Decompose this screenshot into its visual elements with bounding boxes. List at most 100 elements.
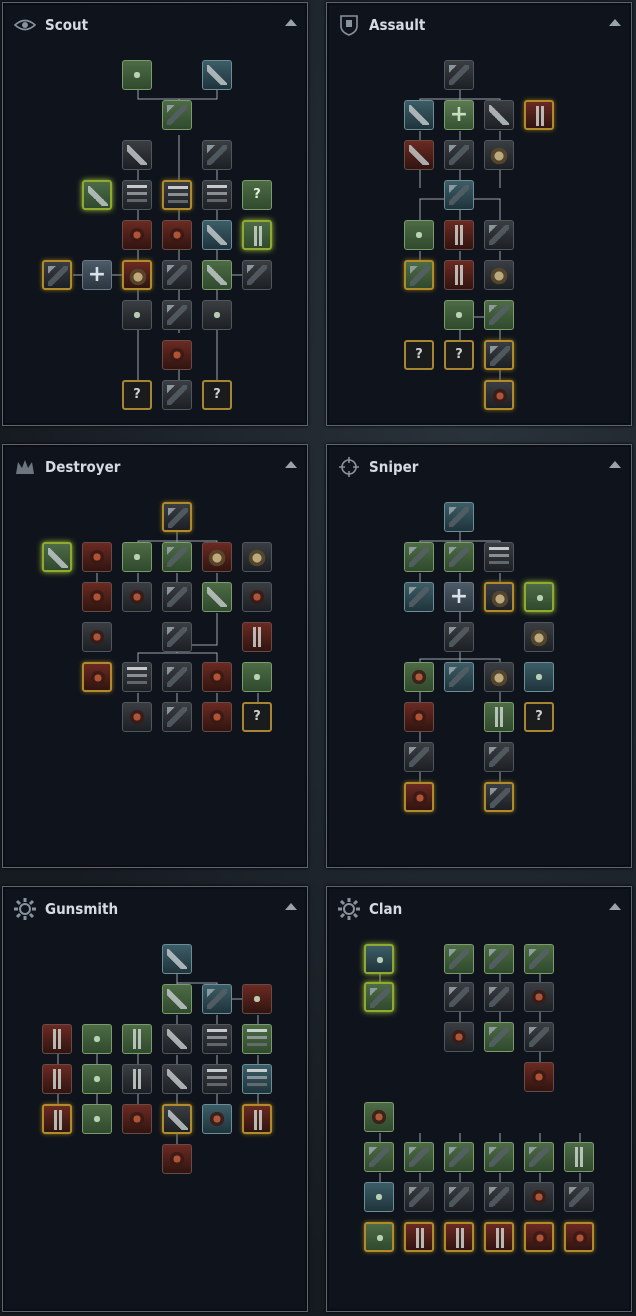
skill-node[interactable]: [162, 180, 192, 210]
plus-skill-node[interactable]: +: [444, 582, 474, 612]
skill-node[interactable]: [444, 662, 474, 692]
skill-node[interactable]: [524, 1142, 554, 1172]
skill-node[interactable]: [444, 60, 474, 90]
skill-node[interactable]: [82, 582, 112, 612]
skill-node[interactable]: [162, 582, 192, 612]
skill-node[interactable]: [484, 100, 514, 130]
skill-node[interactable]: [122, 300, 152, 330]
skill-node[interactable]: [82, 1104, 112, 1134]
skill-node[interactable]: [364, 944, 394, 974]
skill-node[interactable]: [444, 542, 474, 572]
skill-node[interactable]: [82, 180, 112, 210]
skill-node[interactable]: [242, 260, 272, 290]
skill-node[interactable]: [444, 1022, 474, 1052]
skill-node[interactable]: [162, 220, 192, 250]
skill-node[interactable]: [162, 1024, 192, 1054]
skill-node[interactable]: [444, 260, 474, 290]
skill-node[interactable]: [444, 1182, 474, 1212]
skill-node[interactable]: [524, 1062, 554, 1092]
skill-node[interactable]: [202, 1064, 232, 1094]
skill-node[interactable]: [162, 1144, 192, 1174]
skill-node[interactable]: [524, 1222, 554, 1252]
skill-node[interactable]: [524, 1022, 554, 1052]
skill-node[interactable]: [202, 542, 232, 572]
skill-node[interactable]: [404, 1142, 434, 1172]
locked-skill-node[interactable]: ?: [242, 180, 272, 210]
skill-node[interactable]: [122, 60, 152, 90]
skill-node[interactable]: [242, 1024, 272, 1054]
skill-node[interactable]: [404, 220, 434, 250]
skill-node[interactable]: [524, 582, 554, 612]
skill-node[interactable]: [202, 582, 232, 612]
skill-node[interactable]: [524, 662, 554, 692]
skill-node[interactable]: [162, 944, 192, 974]
skill-node[interactable]: [484, 260, 514, 290]
skill-node[interactable]: [364, 1182, 394, 1212]
skill-node[interactable]: [444, 982, 474, 1012]
skill-node[interactable]: [404, 782, 434, 812]
skill-node[interactable]: [524, 944, 554, 974]
skill-node[interactable]: [444, 944, 474, 974]
skill-node[interactable]: [444, 300, 474, 330]
skill-node[interactable]: [82, 1024, 112, 1054]
skill-node[interactable]: [202, 702, 232, 732]
skill-node[interactable]: [404, 1182, 434, 1212]
skill-node[interactable]: [202, 180, 232, 210]
skill-node[interactable]: [242, 1104, 272, 1134]
skill-node[interactable]: [42, 1064, 72, 1094]
locked-skill-node[interactable]: ?: [404, 340, 434, 370]
skill-node[interactable]: [242, 1064, 272, 1094]
skill-node[interactable]: [444, 180, 474, 210]
skill-node[interactable]: [202, 984, 232, 1014]
skill-node[interactable]: [162, 542, 192, 572]
skill-node[interactable]: [444, 220, 474, 250]
skill-node[interactable]: [364, 1222, 394, 1252]
skill-node[interactable]: [484, 582, 514, 612]
skill-node[interactable]: [484, 1222, 514, 1252]
skill-node[interactable]: [42, 1104, 72, 1134]
skill-node[interactable]: [404, 100, 434, 130]
skill-node[interactable]: [162, 100, 192, 130]
skill-node[interactable]: [484, 702, 514, 732]
skill-node[interactable]: [484, 662, 514, 692]
skill-node[interactable]: [202, 662, 232, 692]
skill-node[interactable]: [484, 300, 514, 330]
skill-node[interactable]: [484, 220, 514, 250]
skill-node[interactable]: [364, 982, 394, 1012]
skill-node[interactable]: [162, 502, 192, 532]
skill-node[interactable]: [484, 1142, 514, 1172]
skill-node[interactable]: [122, 260, 152, 290]
skill-node[interactable]: [202, 260, 232, 290]
skill-node[interactable]: [82, 622, 112, 652]
skill-node[interactable]: [162, 300, 192, 330]
skill-node[interactable]: [404, 702, 434, 732]
skill-node[interactable]: [444, 502, 474, 532]
skill-node[interactable]: [484, 542, 514, 572]
skill-node[interactable]: [82, 662, 112, 692]
skill-node[interactable]: [202, 1104, 232, 1134]
skill-node[interactable]: [484, 380, 514, 410]
skill-node[interactable]: [122, 220, 152, 250]
skill-node[interactable]: [484, 1182, 514, 1212]
skill-node[interactable]: [444, 1142, 474, 1172]
skill-node[interactable]: [444, 622, 474, 652]
skill-node[interactable]: [162, 380, 192, 410]
skill-node[interactable]: [484, 742, 514, 772]
skill-node[interactable]: [364, 1142, 394, 1172]
skill-node[interactable]: [122, 1104, 152, 1134]
skill-node[interactable]: [484, 340, 514, 370]
skill-node[interactable]: [242, 542, 272, 572]
skill-node[interactable]: [162, 1064, 192, 1094]
skill-node[interactable]: [162, 260, 192, 290]
skill-node[interactable]: [404, 140, 434, 170]
skill-node[interactable]: [42, 260, 72, 290]
skill-node[interactable]: [242, 582, 272, 612]
skill-node[interactable]: [122, 702, 152, 732]
skill-node[interactable]: [162, 1104, 192, 1134]
skill-node[interactable]: [82, 1064, 112, 1094]
skill-node[interactable]: [564, 1142, 594, 1172]
skill-node[interactable]: [202, 1024, 232, 1054]
skill-node[interactable]: [524, 1182, 554, 1212]
skill-node[interactable]: [122, 1064, 152, 1094]
skill-node[interactable]: [564, 1182, 594, 1212]
